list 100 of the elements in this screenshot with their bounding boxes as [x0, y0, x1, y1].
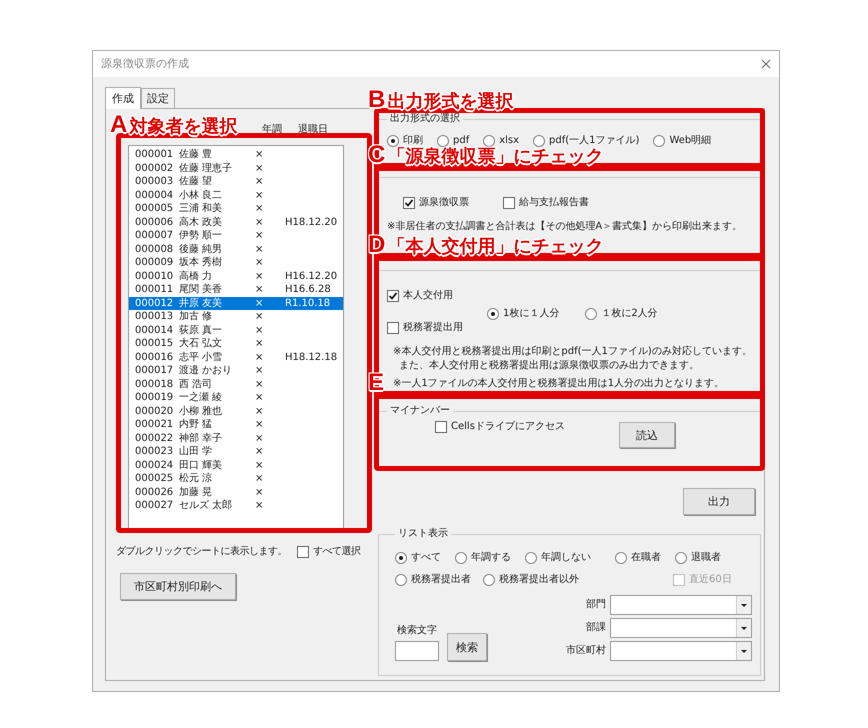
- radio-button[interactable]: [615, 552, 627, 564]
- municipal-print-button[interactable]: 市区町村別印刷へ: [120, 573, 236, 600]
- checkbox[interactable]: [387, 322, 399, 334]
- list-row[interactable]: 000005 三浦 和美 ×: [129, 202, 343, 216]
- column-header: 年調: [262, 123, 282, 137]
- checkbox-label: 税務署提出用: [403, 321, 463, 335]
- checkbox-label: 源泉徴収票: [419, 196, 469, 210]
- radio-label: 退職者: [691, 551, 721, 565]
- radio-label: xlsx: [499, 134, 520, 148]
- note-text: また、本人交付用と税務署提出用は源泉徴収票のみ出力できます。: [398, 359, 700, 373]
- hint-text: ダブルクリックでシートに表示します。: [116, 545, 287, 559]
- checkbox[interactable]: [403, 197, 415, 209]
- list-row[interactable]: 000023 山田 学 ×: [129, 445, 343, 458]
- radio-button[interactable]: [483, 574, 495, 586]
- close-icon[interactable]: [761, 59, 771, 69]
- list-row[interactable]: 000012 井原 友美 × R1.10.18: [129, 296, 343, 310]
- search-field[interactable]: [395, 641, 439, 661]
- radio-label: 印刷: [403, 134, 423, 146]
- radio-label: Web明細: [669, 134, 712, 148]
- list-row[interactable]: 000004 小林 良二 ×: [129, 188, 343, 202]
- radio-label: 在職者: [631, 551, 661, 565]
- radio-button[interactable]: [525, 552, 537, 564]
- list-row[interactable]: 000003 佐藤 望 ×: [129, 175, 343, 188]
- field-label: 市区町村: [566, 644, 606, 658]
- tab[interactable]: 作成: [105, 87, 141, 109]
- radio-button[interactable]: [387, 135, 399, 147]
- list-row[interactable]: 000025 松元 涼 ×: [129, 472, 343, 486]
- radio-button[interactable]: [395, 574, 407, 586]
- list-row[interactable]: 000014 荻原 真一 ×: [129, 324, 343, 337]
- list-row[interactable]: 000024 田口 輝美 ×: [129, 458, 343, 472]
- dropdown-field[interactable]: [610, 641, 752, 661]
- radio-button[interactable]: [483, 135, 496, 147]
- window-title: 源泉徴収票の作成: [101, 57, 189, 71]
- checkbox-label: 直近60日: [689, 573, 732, 587]
- list-row[interactable]: 000008 後藤 純男 ×: [129, 242, 343, 256]
- list-row[interactable]: 000007 伊勢 順一 ×: [129, 229, 343, 242]
- checkbox-label: 本人交付用: [403, 289, 453, 303]
- radio-label: 年調する: [471, 551, 511, 565]
- checkbox-label: すべて選択: [313, 545, 360, 559]
- field-label: 部課: [586, 621, 606, 635]
- checkbox[interactable]: [297, 546, 309, 558]
- radio-button[interactable]: [395, 552, 407, 564]
- checkbox-label: Cellsドライブにアクセス: [451, 420, 565, 434]
- note-text: ※一人1ファイルの本人交付用と税務署提出用は1人分の出力となります。: [393, 377, 726, 391]
- list-row[interactable]: 000016 志平 小雪 × H18.12.18: [129, 350, 343, 364]
- radio-button[interactable]: [455, 552, 467, 564]
- callout-letter: D: [368, 233, 386, 257]
- checkbox[interactable]: [503, 197, 515, 209]
- load-button[interactable]: 読込: [618, 422, 675, 448]
- group-title: マイナンバー: [389, 404, 451, 418]
- field-label: 検索文字: [397, 624, 437, 638]
- list-row[interactable]: 000020 小柳 雅也 ×: [129, 404, 343, 418]
- search-button[interactable]: 検索: [447, 633, 487, 661]
- output-button[interactable]: 出力: [682, 488, 755, 515]
- list-row[interactable]: 000006 高木 政美 × H18.12.20: [129, 216, 343, 229]
- list-row[interactable]: 000022 神部 幸子 ×: [129, 432, 343, 445]
- callout-text: 対象者を選択: [129, 115, 238, 139]
- employee-list[interactable]: [128, 145, 344, 529]
- note-text: ※非居住者の支払調書と合計表は【その他処理A＞書式集】から印刷出来ます。: [387, 220, 744, 234]
- radio-button[interactable]: [487, 308, 499, 320]
- radio-button[interactable]: [533, 135, 546, 147]
- radio-label: １枚に2人分: [601, 307, 658, 321]
- radio-label: 税務署提出者: [411, 573, 471, 587]
- list-row[interactable]: 000011 尾関 美香 × H16.6.28: [129, 283, 343, 296]
- radio-button[interactable]: [585, 308, 598, 320]
- checkbox[interactable]: [387, 290, 399, 302]
- checkbox[interactable]: [435, 421, 447, 433]
- radio-button[interactable]: [437, 135, 449, 147]
- callout-letter: A: [110, 113, 128, 137]
- list-row[interactable]: 000009 坂本 秀樹 ×: [129, 256, 343, 270]
- list-row[interactable]: 000002 佐藤 理恵子 ×: [129, 162, 343, 175]
- callout-text: 「源泉徴収票」にチェック: [387, 145, 604, 169]
- radio-label: 年調しない: [541, 551, 591, 565]
- group-title: リスト表示: [397, 527, 449, 541]
- radio-label: 1枚に１人分: [503, 307, 560, 321]
- radio-label: 税務署提出者以外: [499, 573, 579, 587]
- list-row[interactable]: 000017 渡邉 かおり ×: [129, 364, 343, 378]
- dropdown-field[interactable]: [610, 595, 752, 615]
- list-row[interactable]: 000013 加古 修 ×: [129, 310, 343, 324]
- list-row[interactable]: 000015 大石 弘文 ×: [129, 337, 343, 350]
- list-row[interactable]: 000021 内野 猛 ×: [129, 418, 343, 432]
- callout-letter: B: [368, 88, 386, 112]
- radio-button[interactable]: [653, 135, 666, 147]
- column-header: 退職日: [298, 123, 328, 137]
- note-text: ※本人交付用と税務署提出用は印刷とpdf(一人1ファイル)のみ対応しています。: [393, 345, 752, 359]
- checkbox-label: 給与支払報告書: [519, 196, 589, 210]
- list-row[interactable]: 000027 セルズ 太郎 ×: [129, 499, 343, 512]
- field-label: 部門: [586, 598, 606, 612]
- radio-label: すべて: [411, 551, 441, 565]
- callout-text: 「本人交付用」にチェック: [387, 235, 604, 259]
- list-row[interactable]: 000019 一之瀬 綾 ×: [129, 391, 343, 404]
- tab[interactable]: 設定: [141, 88, 175, 108]
- radio-label: pdf(一人1ファイル): [549, 134, 640, 147]
- dropdown-field[interactable]: [610, 618, 752, 638]
- list-row[interactable]: 000001 佐藤 豊 ×: [129, 148, 343, 162]
- radio-button[interactable]: [675, 552, 687, 564]
- list-row[interactable]: 000026 加藤 晃 ×: [129, 486, 343, 499]
- list-row[interactable]: 000010 高橋 力 × H16.12.20: [129, 270, 343, 283]
- callout-text: 出力形式を選択: [387, 90, 514, 113]
- list-row[interactable]: 000018 西 浩司 ×: [129, 378, 343, 391]
